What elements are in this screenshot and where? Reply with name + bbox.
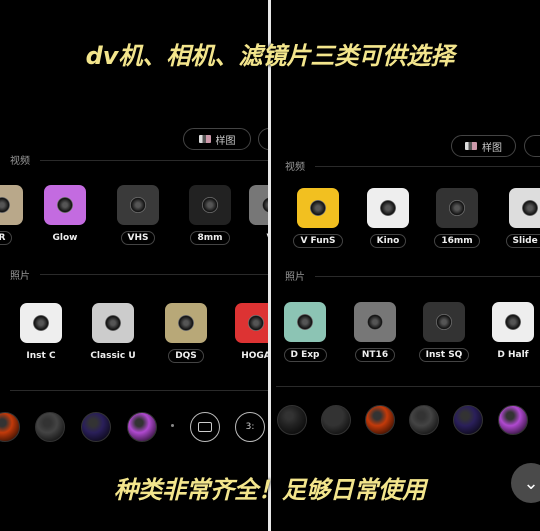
video-section-title: 视频 [285, 162, 305, 173]
ratio-label: 3: [245, 422, 255, 432]
camera-item[interactable]: D Half [478, 302, 540, 361]
filter-lens-button[interactable] [321, 405, 351, 435]
camera-icon [423, 302, 465, 342]
camera-icon [436, 188, 478, 228]
camera-icon [92, 303, 134, 343]
camera-icon [44, 185, 86, 225]
camera-label: HOGA [241, 351, 268, 361]
camera-icon [249, 185, 268, 225]
camera-label: Glow [52, 233, 78, 243]
camera-item[interactable]: DQS [151, 303, 221, 363]
camera-label: NT16 [354, 348, 396, 362]
filter-lens-button[interactable] [409, 405, 439, 435]
camera-label: VHS [120, 231, 156, 245]
camera-item[interactable]: Glow [30, 185, 100, 244]
camera-label: Kino [369, 234, 407, 248]
photo-section-title: 照片 [10, 271, 30, 282]
filter-lens-button[interactable] [453, 405, 483, 435]
camera-item[interactable]: V [235, 185, 268, 244]
left-screen: 样图 视频 R Glow VHS 8mm V 照片 Inst C Classic U DQS… [0, 0, 268, 531]
camera-label: 16mm [434, 234, 480, 248]
sample-button[interactable]: 样图 [451, 135, 516, 157]
camera-item[interactable]: V FunS [283, 188, 353, 248]
camera-label: V FunS [293, 234, 343, 248]
camera-label: Inst C [26, 351, 56, 361]
extra-button[interactable] [258, 128, 268, 150]
ratio-button[interactable]: 3: [235, 412, 265, 442]
camera-item[interactable]: NT16 [340, 302, 410, 362]
camera-icon [492, 302, 534, 342]
sample-image-icon [198, 135, 211, 143]
camera-item[interactable]: HOGA [221, 303, 268, 362]
camera-item[interactable]: Slide P [495, 188, 540, 248]
filter-lens-button[interactable] [365, 405, 395, 435]
camera-label: 8mm [190, 231, 230, 245]
camera-item[interactable]: 16mm [422, 188, 492, 248]
photo-section-title: 照片 [285, 272, 305, 283]
camera-item[interactable]: D Exp [271, 302, 340, 362]
camera-label: D Half [497, 350, 529, 360]
dot-separator [171, 424, 174, 427]
sample-image-icon [465, 142, 477, 150]
sample-button[interactable]: 样图 [183, 128, 251, 150]
camera-icon [117, 185, 159, 225]
video-section-title: 视频 [10, 156, 30, 167]
camera-icon [509, 188, 540, 228]
camera-icon [284, 302, 326, 342]
filter-lens-button[interactable] [127, 412, 157, 442]
divider [276, 386, 540, 387]
bottom-caption: 种类非常齐全！足够日常使用 [114, 476, 426, 504]
camera-icon [367, 188, 409, 228]
camera-icon [189, 185, 231, 225]
divider [40, 274, 268, 275]
sample-button-label: 样图 [482, 142, 502, 154]
filter-lens-button[interactable] [0, 412, 20, 442]
camera-item[interactable]: Kino [353, 188, 423, 248]
camera-label: Slide P [505, 234, 540, 248]
camera-icon [20, 303, 62, 343]
camera-label: Inst SQ [418, 348, 470, 362]
filter-lens-button[interactable] [498, 405, 528, 435]
extra-button[interactable] [524, 135, 540, 157]
camera-label: V [261, 232, 268, 244]
camera-icon [297, 188, 339, 228]
camera-label: D Exp [283, 348, 327, 362]
camera-item[interactable]: Classic U [78, 303, 148, 362]
divider [315, 276, 540, 277]
camera-icon [235, 303, 268, 343]
sample-button-label: 样图 [215, 135, 236, 147]
camera-item[interactable]: Inst SQ [409, 302, 479, 362]
filter-lens-button[interactable] [277, 405, 307, 435]
top-caption: dv机、相机、滤镜片三类可供选择 [85, 42, 455, 70]
camera-item[interactable]: Inst C [6, 303, 76, 362]
camera-icon [354, 302, 396, 342]
camera-icon [165, 303, 207, 343]
aspect-button[interactable] [190, 412, 220, 442]
right-screen: 样图 视频 V FunS Kino 16mm Slide P 照片 D Exp NT16… [271, 0, 540, 531]
camera-label: Classic U [90, 351, 136, 361]
camera-label: DQS [168, 349, 204, 363]
filter-lens-button[interactable] [35, 412, 65, 442]
camera-item[interactable]: VHS [103, 185, 173, 245]
divider [315, 166, 540, 167]
crop-icon [198, 422, 212, 432]
camera-icon [0, 185, 23, 225]
camera-label: R [0, 231, 13, 245]
divider [40, 160, 268, 161]
divider [10, 390, 268, 391]
filter-lens-button[interactable] [81, 412, 111, 442]
